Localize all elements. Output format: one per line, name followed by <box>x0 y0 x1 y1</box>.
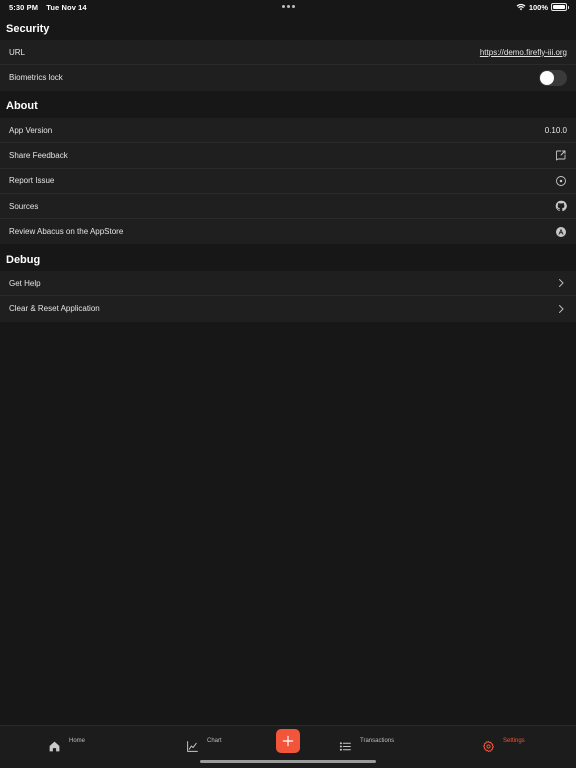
biometrics-lock-toggle[interactable] <box>539 69 567 86</box>
get-help-row[interactable]: Get Help <box>0 271 576 297</box>
status-bar: 5:30 PM Tue Nov 14 100% <box>0 0 576 14</box>
clear-reset-label: Clear & Reset Application <box>9 304 100 314</box>
url-row[interactable]: URL https://demo.firefly-iii.org <box>0 40 576 66</box>
status-time-date: 5:30 PM Tue Nov 14 <box>9 3 93 12</box>
app-version-label: App Version <box>9 125 53 135</box>
section-title-debug: Debug <box>6 254 41 266</box>
tab-home[interactable]: Home <box>48 738 85 753</box>
battery-percentage: 100% <box>528 2 548 12</box>
chevron-right-icon <box>555 303 567 315</box>
status-indicators: 100% <box>516 2 569 12</box>
security-group: URL https://demo.firefly-iii.org Biometr… <box>0 40 576 91</box>
tab-transactions[interactable]: Transactions <box>339 738 394 753</box>
gear-icon <box>483 740 494 753</box>
share-feedback-label: Share Feedback <box>9 150 68 160</box>
tab-settings[interactable]: Settings <box>482 738 525 753</box>
app-version-row: App Version 0.10.0 <box>0 118 576 144</box>
app-version-value: 0.10.0 <box>544 125 567 135</box>
sources-label: Sources <box>9 201 39 211</box>
chevron-right-icon <box>555 277 567 289</box>
report-issue-label: Report Issue <box>9 176 55 186</box>
about-group: App Version 0.10.0 Share Feedback Report… <box>0 118 576 245</box>
tab-chart[interactable]: Chart <box>186 738 222 753</box>
settings-screen: 5:30 PM Tue Nov 14 100% Security URL htt… <box>0 0 576 768</box>
wifi-icon <box>516 2 526 12</box>
github-icon <box>555 200 567 212</box>
report-issue-row[interactable]: Report Issue <box>0 169 576 194</box>
share-feedback-row[interactable]: Share Feedback <box>0 143 576 169</box>
section-title-security: Security <box>6 23 50 35</box>
url-link[interactable]: https://demo.firefly-iii.org <box>480 48 567 57</box>
appstore-icon <box>555 226 567 238</box>
review-appstore-label: Review Abacus on the AppStore <box>9 227 124 237</box>
review-appstore-row[interactable]: Review Abacus on the AppStore <box>0 219 576 244</box>
debug-group: Get Help Clear & Reset Application <box>0 271 576 322</box>
home-icon <box>49 741 60 752</box>
get-help-label: Get Help <box>9 278 41 288</box>
add-transaction-button[interactable] <box>276 729 300 753</box>
issue-circle-icon <box>555 175 567 187</box>
section-title-about: About <box>6 100 38 112</box>
multitasking-dots-icon[interactable] <box>282 5 295 8</box>
tab-home-label: Home <box>69 738 86 744</box>
list-icon <box>339 742 351 751</box>
status-time: 5:30 PM <box>9 3 39 12</box>
home-indicator <box>200 760 376 763</box>
biometrics-lock-label: Biometrics lock <box>9 73 63 83</box>
tab-bar: Home Chart Transactions Settings <box>0 725 576 768</box>
tab-settings-label: Settings <box>503 738 525 744</box>
sources-row[interactable]: Sources <box>0 194 576 220</box>
url-label: URL <box>9 47 26 57</box>
share-feedback-icon <box>555 149 567 161</box>
battery-icon <box>551 3 569 11</box>
tab-transactions-label: Transactions <box>360 738 395 744</box>
chart-icon <box>187 741 198 752</box>
tab-chart-label: Chart <box>207 738 222 744</box>
plus-icon <box>282 735 294 747</box>
clear-reset-row[interactable]: Clear & Reset Application <box>0 296 576 321</box>
status-date: Tue Nov 14 <box>46 3 87 12</box>
biometrics-lock-row: Biometrics lock <box>0 65 576 90</box>
